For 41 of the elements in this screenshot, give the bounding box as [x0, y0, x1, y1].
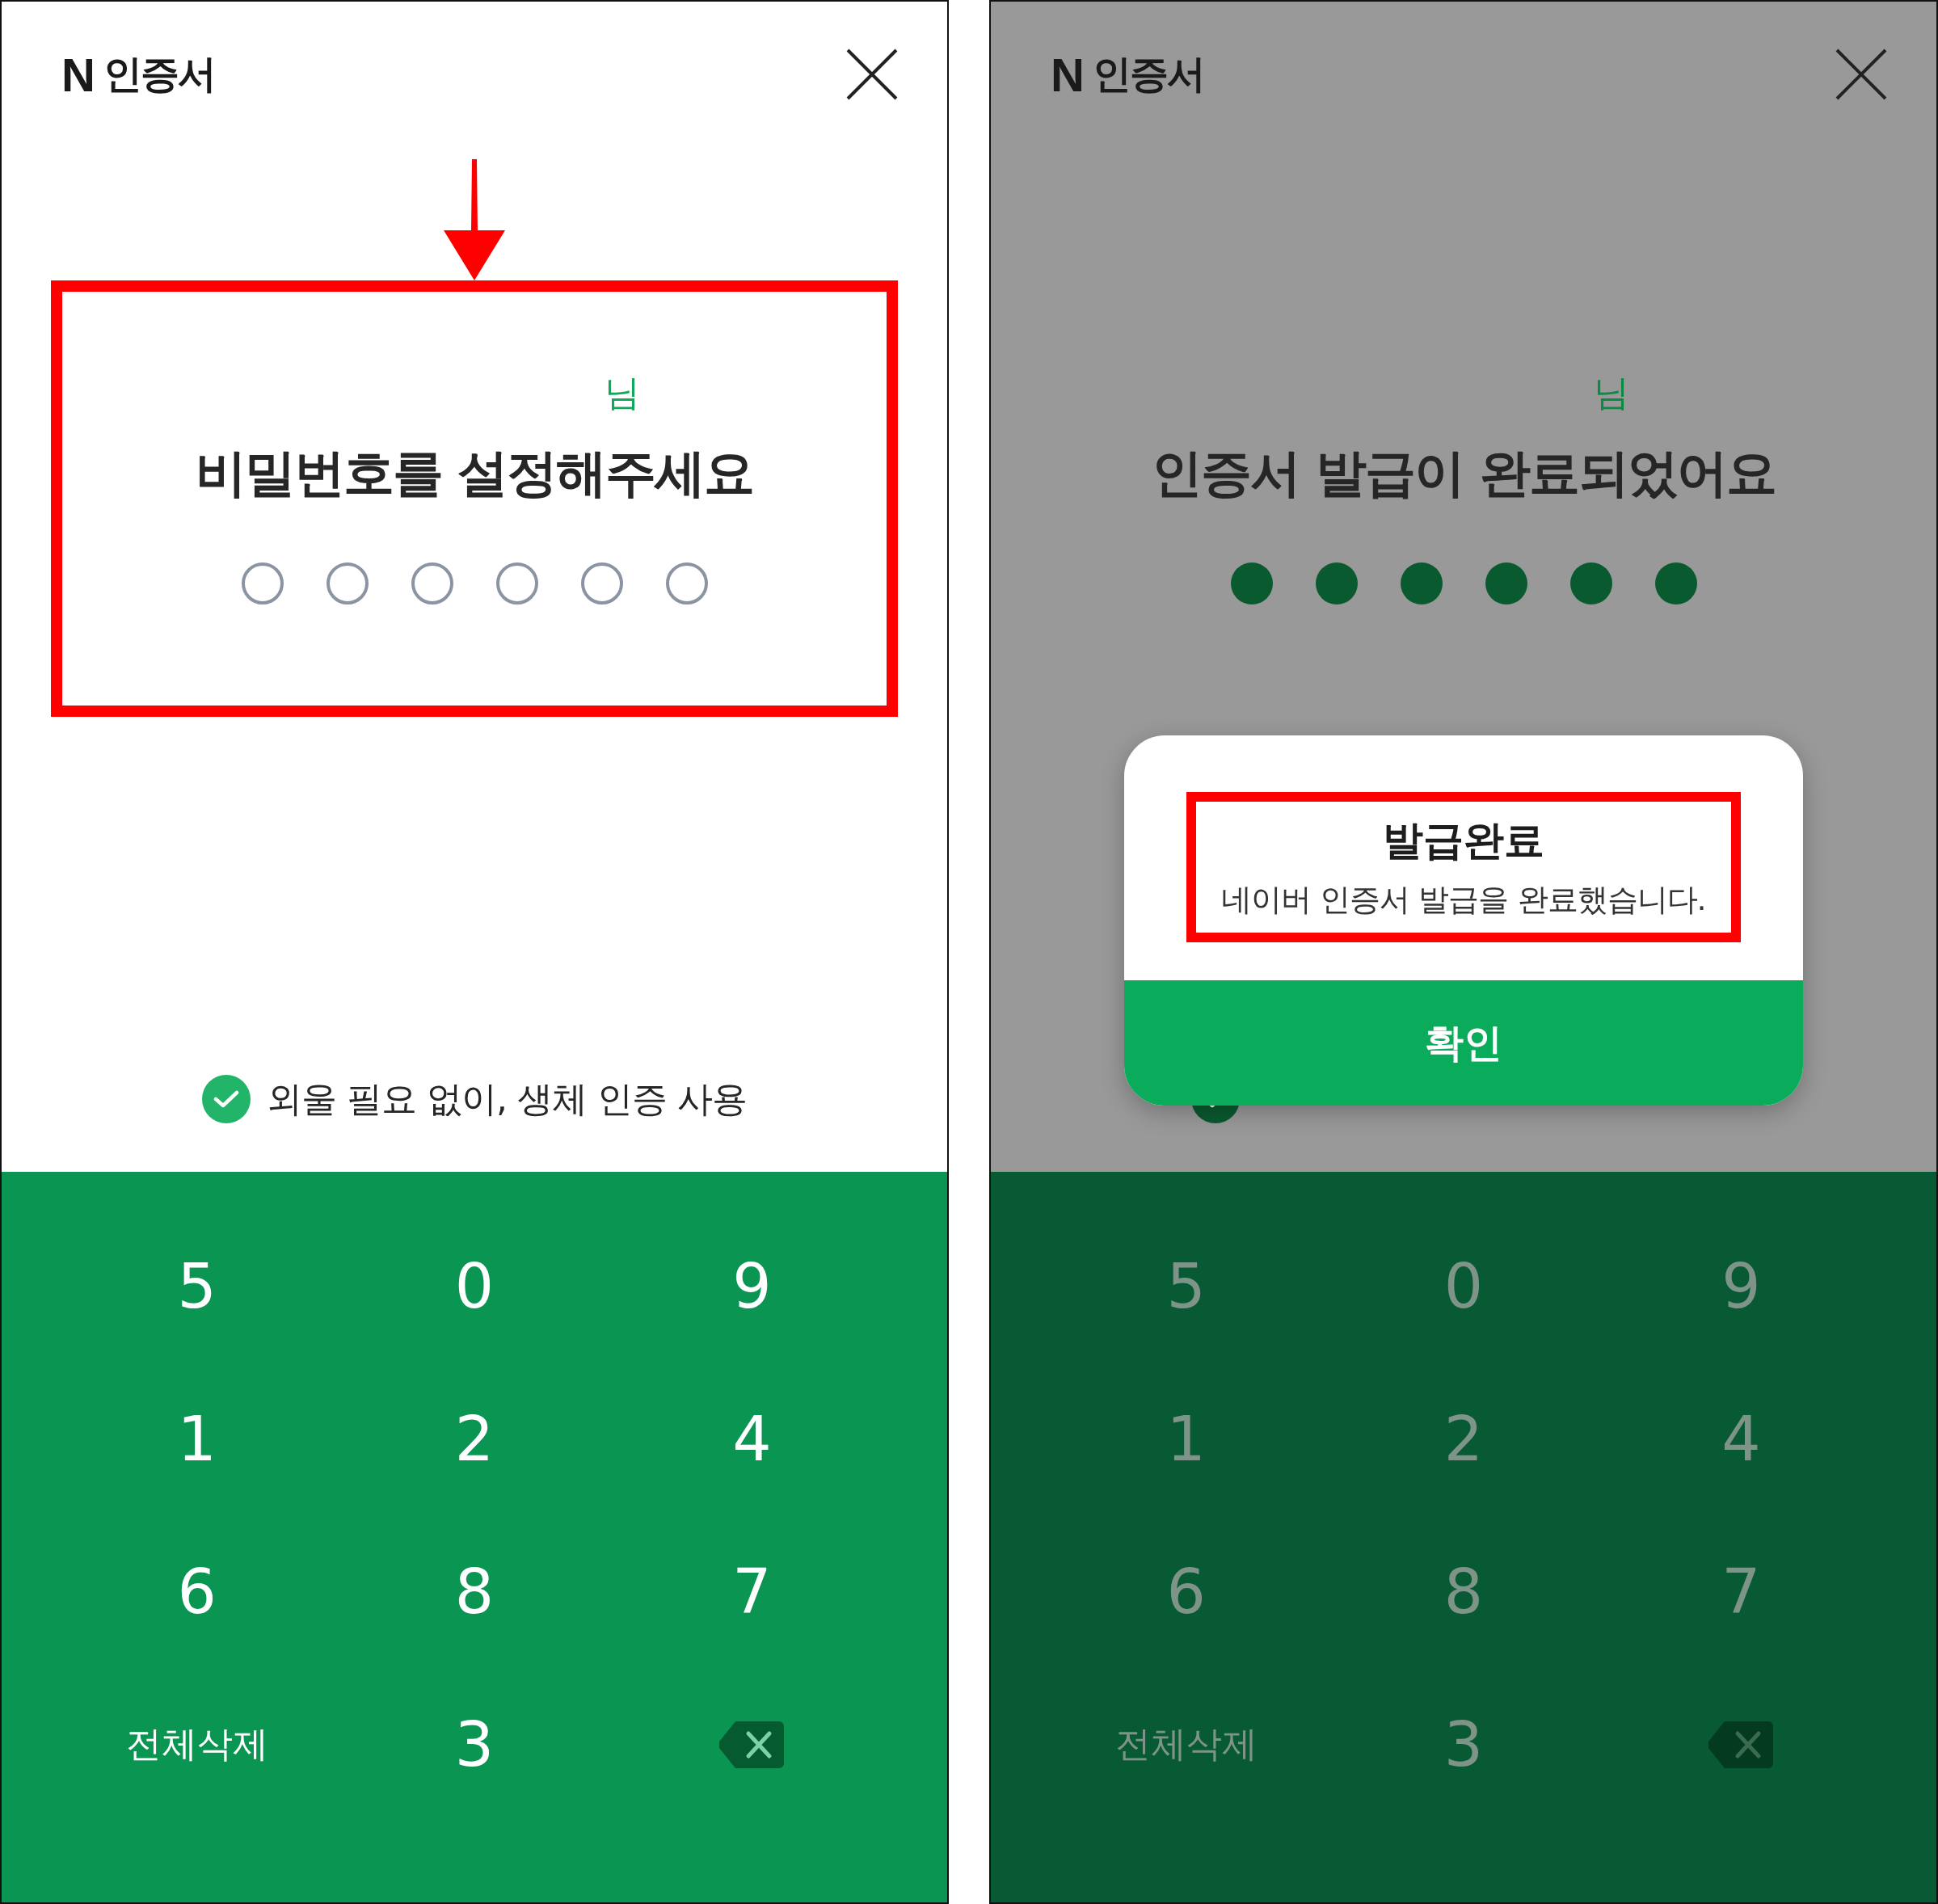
screen-title: 비밀번호를 설정해주세요	[195, 443, 754, 504]
digit-key[interactable]: 8	[1325, 1515, 1603, 1668]
dialog-title: 발급완료	[1383, 816, 1544, 866]
brand-mark: N	[61, 47, 95, 102]
digit-key[interactable]: 7	[613, 1515, 891, 1668]
digit-key[interactable]: 2	[335, 1363, 613, 1515]
digit-key[interactable]: 0	[1325, 1210, 1603, 1363]
clear-all-key[interactable]: 전체삭제	[58, 1668, 336, 1821]
close-button[interactable]	[1835, 48, 1888, 101]
digit-key[interactable]: 6	[1047, 1515, 1325, 1668]
digit-key[interactable]: 3	[335, 1668, 613, 1821]
screen-title: 인증서 발급이 완료되었어요	[1152, 443, 1776, 504]
clear-all-key[interactable]: 전체삭제	[1047, 1668, 1325, 1821]
digit-key[interactable]: 7	[1602, 1515, 1880, 1668]
close-button[interactable]	[845, 48, 899, 101]
digit-key[interactable]: 2	[1325, 1363, 1603, 1515]
digit-key[interactable]: 1	[58, 1363, 336, 1515]
brand-name: 인증서	[103, 50, 215, 98]
brand-name: 인증서	[1092, 50, 1204, 98]
confirm-button[interactable]: 확인	[1124, 980, 1803, 1106]
check-icon	[213, 1089, 240, 1109]
dialog-message: 네이버 인증서 발급을 완료했습니다.	[1221, 881, 1706, 919]
digit-key[interactable]: 4	[613, 1363, 891, 1515]
digit-key[interactable]: 5	[58, 1210, 336, 1363]
digit-key[interactable]: 5	[1047, 1210, 1325, 1363]
greeting-text: 님	[1593, 371, 1629, 415]
digit-key[interactable]: 4	[1602, 1363, 1880, 1515]
digit-key[interactable]: 1	[1047, 1363, 1325, 1515]
digit-key[interactable]: 9	[613, 1210, 891, 1363]
greeting-text: 님	[604, 371, 640, 415]
digit-key[interactable]: 8	[335, 1515, 613, 1668]
digit-key[interactable]: 0	[335, 1210, 613, 1363]
brand-mark: N	[1051, 47, 1085, 102]
digit-key[interactable]: 3	[1325, 1668, 1603, 1821]
biometric-label: 외울 필요 없이, 생체 인증 사용	[267, 1076, 747, 1121]
backspace-icon	[1708, 1721, 1774, 1768]
backspace-icon	[719, 1721, 785, 1768]
close-icon	[845, 48, 899, 101]
digit-key[interactable]: 6	[58, 1515, 336, 1668]
close-icon	[1835, 48, 1888, 101]
digit-key[interactable]: 9	[1602, 1210, 1880, 1363]
